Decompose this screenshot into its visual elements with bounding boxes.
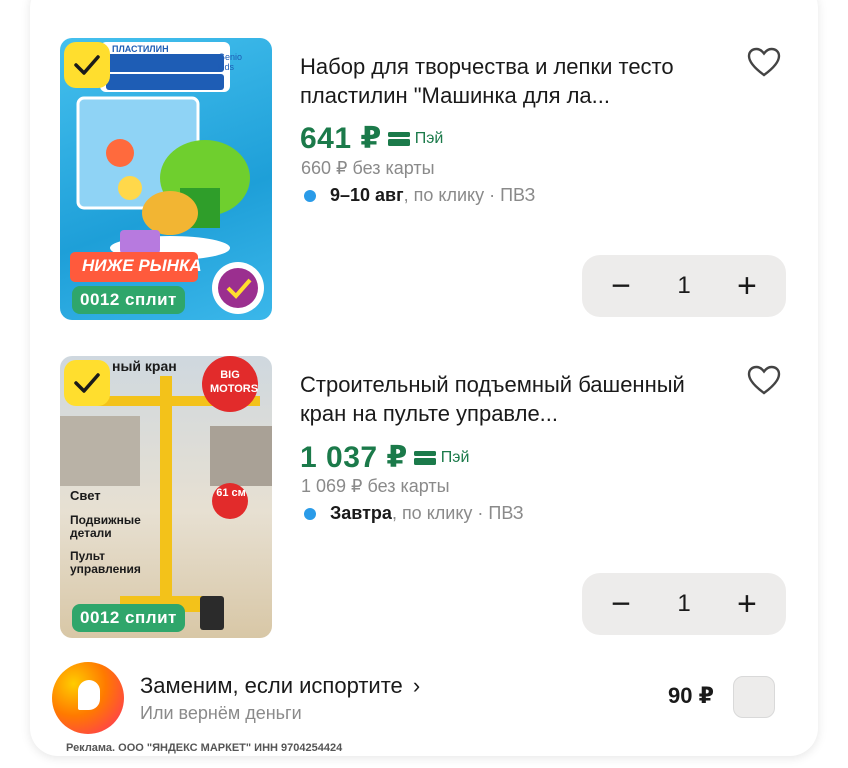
image-brand: BIG MOTORS [210, 369, 259, 395]
split-badge: 0012 сплит [72, 604, 185, 632]
select-checkbox[interactable] [64, 42, 110, 88]
price: 1 037 ₽ [300, 441, 408, 474]
image-feature: Свет [70, 488, 101, 503]
delivery-info: Завтра , по клику · ПВЗ [304, 503, 524, 524]
image-top-label: ный кран [112, 358, 177, 374]
favorite-button[interactable] [744, 42, 784, 82]
quantity-stepper: − 1 + [582, 255, 786, 317]
image-feature: Подвижные детали [70, 513, 141, 540]
card-icon [413, 450, 436, 465]
pay-label: Пэй [440, 448, 470, 466]
product-title[interactable]: Строительный подъемный башенный кран на … [300, 370, 720, 428]
image-size: 61 см [216, 487, 246, 499]
image-market-badge: НИЖЕ РЫНКА [82, 256, 202, 275]
replacement-checkbox[interactable] [733, 676, 775, 718]
price-without-card: 660 ₽ без карты [301, 158, 435, 178]
replacement-price: 90 ₽ [668, 683, 714, 708]
delivery-details: , по клику · ПВЗ [403, 185, 536, 205]
price-row: 1 037 ₽ Пэй [300, 440, 469, 475]
price-without-card: 1 069 ₽ без карты [301, 476, 450, 496]
delivery-dot-icon [304, 189, 316, 202]
favorite-button[interactable] [744, 360, 784, 400]
replacement-title[interactable]: Заменим, если испортите › [140, 673, 420, 699]
replacement-subtitle: Или вернём деньги [140, 703, 302, 723]
quantity-value: 1 [677, 272, 691, 299]
delivery-dot-icon [304, 507, 316, 520]
replacement-title-text: Заменим, если испортите [140, 673, 403, 698]
delivery-date: 9–10 авг [330, 185, 404, 205]
product-image[interactable]: ный кран BIG MOTORS 61 см Свет Подвижные… [60, 356, 272, 638]
heart-outline-icon [747, 47, 781, 77]
plus-icon[interactable]: + [734, 587, 760, 621]
delivery-details: , по клику · ПВЗ [391, 503, 524, 523]
image-top-label: ПЛАСТИЛИН [112, 44, 169, 54]
chevron-right-icon: › [412, 673, 421, 698]
minus-icon[interactable]: − [608, 587, 634, 621]
checkmark-icon [74, 55, 100, 75]
select-checkbox[interactable] [64, 360, 110, 406]
card-icon [387, 131, 410, 146]
product-title[interactable]: Набор для творчества и лепки тесто пласт… [300, 52, 720, 110]
product-image[interactable]: НИЖЕ РЫНКА ПЛАСТИЛИН Genio kids 0012 спл… [60, 38, 272, 320]
quantity-value: 1 [677, 590, 691, 617]
checkmark-icon [74, 373, 100, 393]
image-brand: Genio kids [218, 52, 243, 72]
heart-outline-icon [747, 365, 781, 395]
ad-disclaimer: Реклама. ООО "ЯНДЕКС МАРКЕТ" ИНН 9704254… [66, 742, 343, 754]
delivery-info: 9–10 авг , по клику · ПВЗ [304, 185, 535, 206]
pay-label: Пэй [414, 129, 444, 147]
price: 641 ₽ [300, 122, 382, 155]
quantity-stepper: − 1 + [582, 573, 786, 635]
split-badge: 0012 сплит [72, 286, 185, 314]
price-row: 641 ₽ Пэй [300, 121, 443, 156]
image-feature: Пульт управления [70, 549, 141, 576]
plus-icon[interactable]: + [734, 269, 760, 303]
delivery-date: Завтра [330, 503, 392, 523]
minus-icon[interactable]: − [608, 269, 634, 303]
replacement-logo [52, 662, 124, 734]
